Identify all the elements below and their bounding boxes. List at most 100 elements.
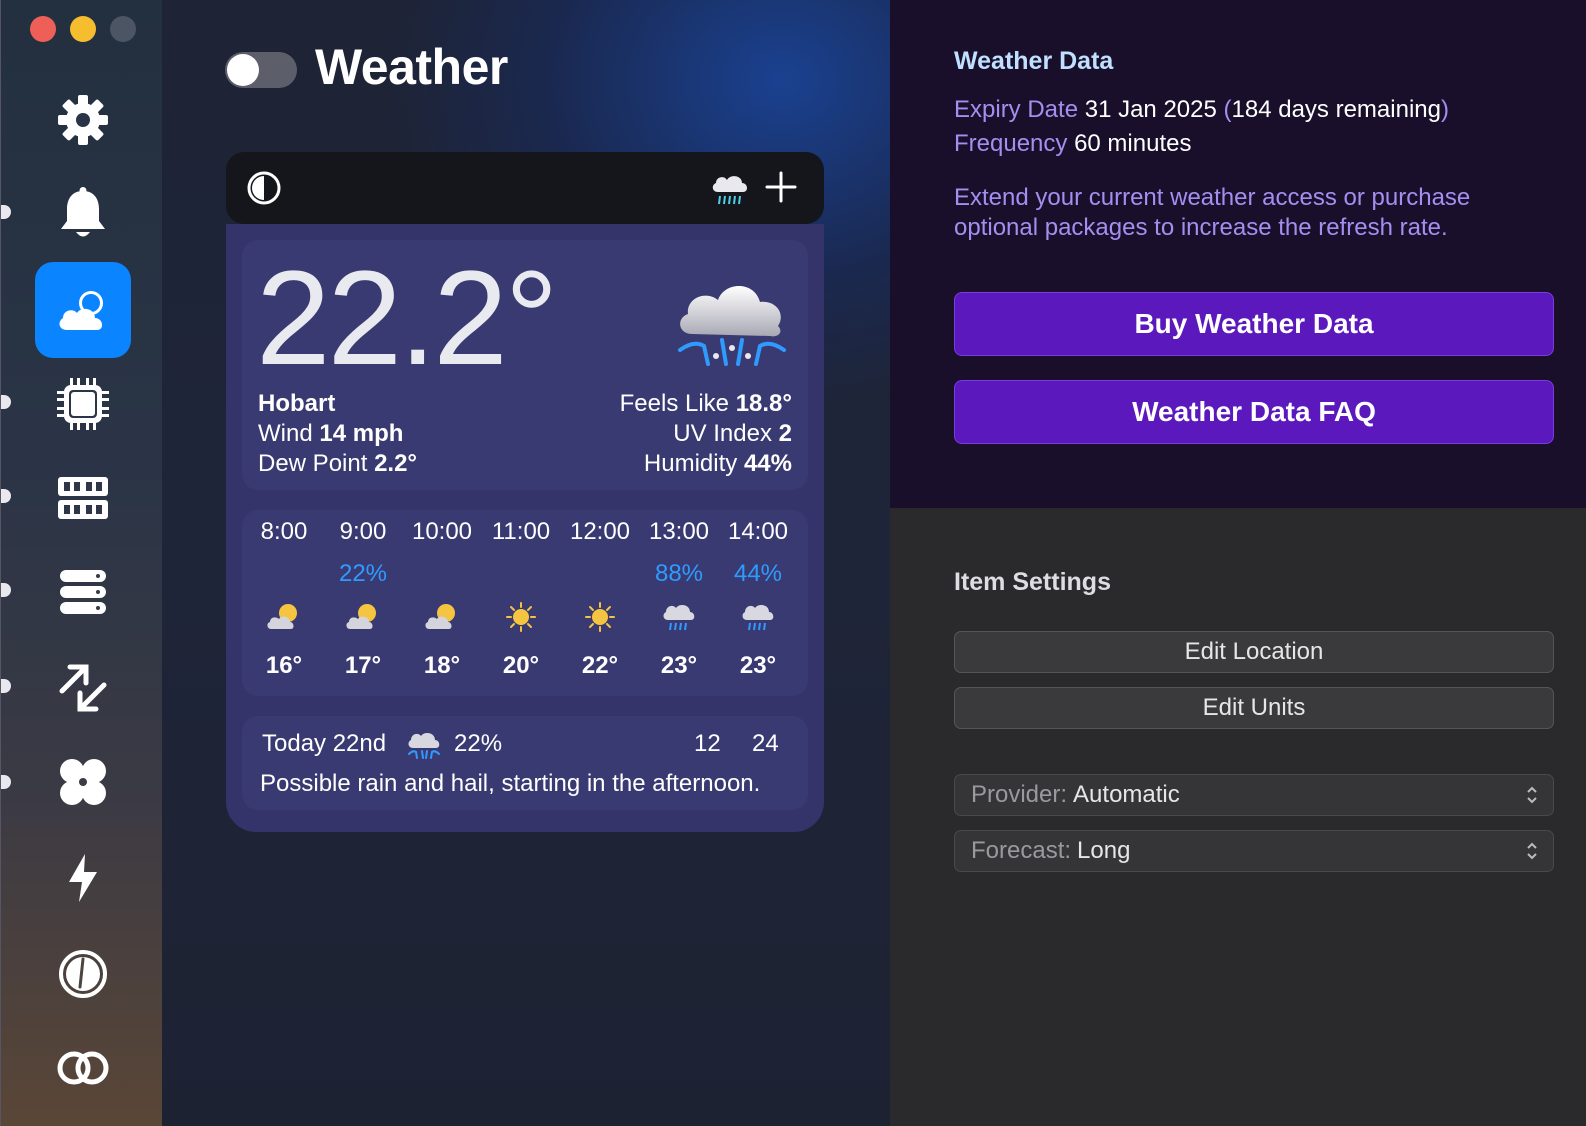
hourly-temp: 23° [660, 652, 698, 679]
hourly-time: 14:00 [727, 518, 789, 545]
current-temperature: 22.2° [256, 244, 558, 393]
weather-data-section: Weather Data Expiry Date 31 Jan 2025 (18… [890, 0, 1586, 508]
weather-enable-toggle[interactable] [225, 52, 297, 88]
hourly-time: 12:00 [569, 518, 631, 545]
window-minimize-button[interactable] [70, 16, 96, 42]
fan-icon [60, 759, 106, 805]
widget-toolbar [226, 152, 824, 224]
sidebar-item-disks[interactable] [35, 544, 131, 640]
provider-select[interactable]: Provider: Automatic [954, 774, 1554, 816]
daily-precip: 22% [454, 730, 503, 757]
wind-readout: Wind 14 mph [258, 420, 404, 447]
preview-area: Weather 22.2° Hobart Wind 14 mph Dew Poi… [162, 0, 890, 1126]
hourly-time: 13:00 [648, 518, 710, 545]
page-title: Weather [315, 39, 508, 95]
buy-weather-data-button[interactable]: Buy Weather Data [954, 292, 1554, 356]
sidebar-indicator [1, 775, 11, 789]
sidebar-item-settings[interactable] [35, 72, 131, 168]
window-close-button[interactable] [30, 16, 56, 42]
daily-forecast-panel: Today 22nd 22% 12 24 Possible rain and h… [242, 716, 808, 810]
memory-icon [58, 477, 108, 519]
daily-day-label: Today 22nd [262, 730, 387, 757]
hourly-temp: 16° [265, 652, 303, 679]
hourly-time: 10:00 [411, 518, 473, 545]
toggle-knob [227, 54, 259, 86]
hourly-temp: 23° [739, 652, 777, 679]
chevron-up-down-icon [1527, 786, 1537, 804]
power-bolt-icon [69, 854, 97, 902]
rain-cloud-icon [663, 604, 695, 631]
gauge-clock-icon [59, 950, 107, 998]
add-icon[interactable] [764, 170, 798, 204]
hourly-precip: 88% [654, 560, 704, 587]
sidebar-item-notifications[interactable] [35, 166, 131, 262]
hourly-precip: 44% [733, 560, 783, 587]
sidebar-item-memory[interactable] [35, 450, 131, 546]
provider-value: Automatic [1073, 781, 1180, 808]
weather-data-heading: Weather Data [954, 47, 1114, 75]
sidebar-indicator [1, 395, 11, 409]
sidebar-item-combined[interactable] [35, 1020, 131, 1116]
hourly-time: 11:00 [491, 518, 551, 545]
cpu-chip-icon [57, 378, 109, 430]
forecast-label: Forecast: [971, 837, 1072, 864]
hourly-temp: 17° [344, 652, 382, 679]
chevron-up-down-icon [1527, 842, 1537, 860]
combined-rings-icon [57, 1051, 109, 1085]
sidebar-indicator [1, 583, 11, 597]
thunderstorm-hail-icon [678, 286, 786, 366]
uv-index-readout: UV Index 2 [673, 420, 792, 447]
partly-sunny-icon [346, 604, 376, 629]
hourly-time: 8:00 [260, 518, 308, 545]
sidebar-item-cpu[interactable] [35, 356, 131, 452]
hourly-forecast-panel: 8:00 16° 9:00 22% 17° 10:00 18° 11:00 20° 12:00 22… [242, 510, 808, 696]
daily-summary: Possible rain and hail, starting in the … [260, 770, 761, 797]
thunderstorm-hail-icon [408, 732, 440, 759]
daily-high-temp: 24 [752, 730, 779, 757]
provider-label: Provider: [971, 781, 1068, 808]
edit-units-button[interactable]: Edit Units [954, 687, 1554, 729]
partly-sunny-icon [425, 604, 455, 629]
weather-data-faq-button[interactable]: Weather Data FAQ [954, 380, 1554, 444]
item-settings-section: Item Settings Edit Location Edit Units P… [890, 508, 1586, 1126]
feels-like-readout: Feels Like 18.8° [619, 390, 792, 417]
hourly-temp: 22° [581, 652, 619, 679]
humidity-readout: Humidity 44% [643, 450, 792, 477]
rain-cloud-icon[interactable] [710, 172, 750, 206]
partly-sunny-icon [267, 604, 297, 629]
weather-data-info-line: optional packages to increase the refres… [954, 214, 1448, 241]
gear-icon [58, 95, 108, 145]
sun-icon [506, 602, 536, 632]
hourly-temp: 20° [502, 652, 540, 679]
appearance-contrast-icon[interactable] [246, 170, 282, 206]
hourly-precip: 22% [338, 560, 388, 587]
expiry-date-row: Expiry Date 31 Jan 2025 (184 days remain… [954, 96, 1449, 123]
daily-low-temp: 12 [694, 730, 721, 757]
current-conditions-panel: 22.2° Hobart Wind 14 mph Dew Point 2.2° … [242, 240, 808, 490]
sidebar-indicator [1, 489, 11, 503]
sidebar-indicator [1, 679, 11, 693]
edit-location-button[interactable]: Edit Location [954, 631, 1554, 673]
sidebar-item-fans[interactable] [35, 734, 131, 830]
sidebar-item-clock[interactable] [35, 926, 131, 1022]
sidebar-item-weather[interactable] [35, 262, 131, 358]
network-arrows-icon [59, 664, 107, 712]
disk-stack-icon [60, 570, 106, 614]
window-zoom-button[interactable] [110, 16, 136, 42]
sidebar-item-network[interactable] [35, 640, 131, 736]
sidebar-item-power[interactable] [35, 830, 131, 926]
weather-cloud-icon [59, 291, 103, 330]
sun-icon [585, 602, 615, 632]
sidebar [0, 0, 162, 1126]
rain-cloud-icon [742, 604, 774, 631]
frequency-row: Frequency 60 minutes [954, 130, 1192, 157]
forecast-select[interactable]: Forecast: Long [954, 830, 1554, 872]
forecast-value: Long [1077, 837, 1131, 864]
weather-widget: 22.2° Hobart Wind 14 mph Dew Point 2.2° … [226, 224, 824, 832]
weather-data-info-line: Extend your current weather access or pu… [954, 184, 1471, 211]
location-name: Hobart [258, 390, 336, 417]
item-settings-heading: Item Settings [954, 568, 1111, 596]
hourly-time: 9:00 [339, 518, 387, 545]
bell-icon [61, 187, 105, 237]
hourly-temp: 18° [423, 652, 461, 679]
